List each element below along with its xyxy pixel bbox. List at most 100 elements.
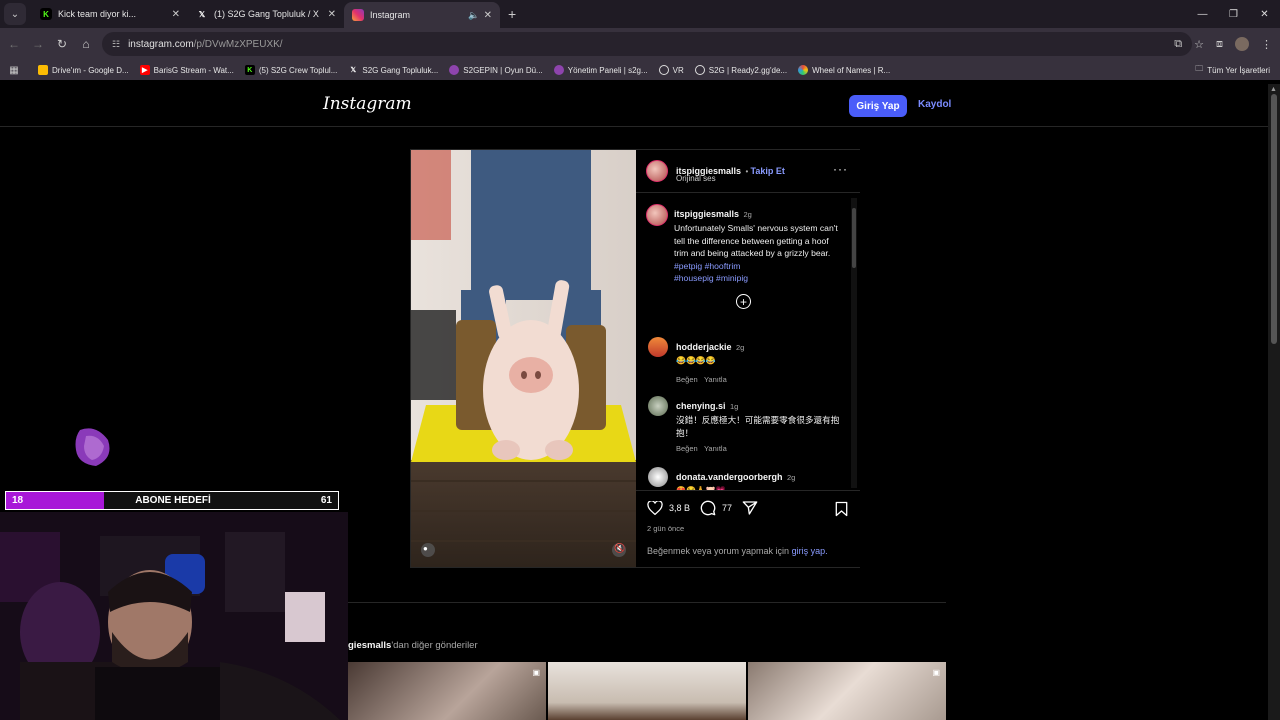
address-bar[interactable]: ☷ instagram.com/p/DVwMzXPEUXK/ (102, 32, 1192, 56)
caption-username[interactable]: itspiggiesmalls (674, 209, 739, 219)
login-link[interactable]: giriş yap. (792, 546, 828, 556)
comment-icon[interactable] (700, 500, 716, 516)
page-scrollbar[interactable]: ▲ (1268, 84, 1280, 720)
tab-x[interactable]: 𝕏 (1) S2G Gang Topluluk / X ✕ (188, 0, 344, 28)
bookmark-item[interactable]: Yönetim Paneli | s2g... (553, 65, 648, 75)
wheel-icon (798, 65, 809, 75)
profile-avatar[interactable] (1235, 37, 1249, 51)
bookmark-item[interactable]: 𝕏 S2G Gang Topluluk... (348, 65, 439, 75)
tab-search-button[interactable]: ⌄ (4, 3, 26, 25)
post-thumbnail[interactable]: ▣ (748, 662, 946, 720)
more-posts-title: giesmalls'dan diğer gönderiler (348, 640, 478, 651)
login-prompt: Beğenmek veya yorum yapmak için giriş ya… (647, 546, 828, 556)
more-posts-user[interactable]: giesmalls (348, 640, 391, 651)
x-icon: 𝕏 (198, 9, 206, 19)
commenter-avatar[interactable] (648, 337, 668, 357)
comments-list[interactable]: itspiggiesmalls 2g Unfortunately Smalls'… (636, 194, 860, 490)
share-icon[interactable] (742, 500, 758, 516)
scroll-up-icon[interactable]: ▲ (1270, 86, 1277, 93)
comment-username[interactable]: donata.vandergoorbergh (676, 472, 783, 482)
extensions-icon[interactable]: ⧈ (1216, 38, 1223, 51)
load-more-icon[interactable]: + (736, 294, 751, 309)
window-close-icon[interactable]: ✕ (1249, 9, 1280, 20)
close-icon[interactable]: ✕ (328, 9, 336, 20)
tab-kick[interactable]: K Kick team diyor ki... ✕ (32, 0, 188, 28)
kick-icon: K (40, 8, 52, 20)
home-icon[interactable]: ⌂ (74, 37, 98, 51)
more-options-icon[interactable]: ··· (833, 162, 848, 176)
like-comment-button[interactable]: Beğen (676, 444, 698, 453)
sub-goal-bar: 18 ABONE HEDEFİ 61 (5, 491, 339, 510)
bookmark-item[interactable]: S2G | Ready2.gg'de... (694, 65, 788, 75)
drive-icon (38, 65, 48, 75)
new-tab-button[interactable]: + (508, 6, 516, 22)
post-thumbnail[interactable]: ▣ (348, 662, 546, 720)
reload-icon[interactable]: ↻ (50, 37, 74, 51)
save-bookmark-icon[interactable] (835, 501, 848, 517)
bookmark-item[interactable]: S2GEPIN | Oyun Dü... (449, 65, 543, 75)
apps-icon[interactable]: ▦ (0, 65, 28, 76)
close-icon[interactable]: ✕ (172, 9, 180, 20)
post-video[interactable]: ● 🔇 (411, 150, 636, 567)
caption-body: Unfortunately Smalls' nervous system can… (674, 223, 838, 258)
tab-title: (1) S2G Gang Topluluk / X (214, 9, 319, 19)
comment-username[interactable]: hodderjackie (676, 342, 732, 352)
bookmark-item[interactable]: Wheel of Names | R... (798, 65, 890, 75)
post-card: ● 🔇 itspiggiesmalls • Takip Et Orijinal … (410, 149, 860, 568)
minimize-icon[interactable]: — (1187, 9, 1218, 20)
forward-icon[interactable]: → (26, 37, 50, 51)
s2g-icon (553, 65, 564, 75)
bookmark-item[interactable]: ▶ BarisG Stream - Wat... (139, 65, 234, 75)
toolbar: ← → ↻ ⌂ ☷ instagram.com/p/DVwMzXPEUXK/ ⧉… (0, 28, 1280, 60)
commenter-avatar[interactable] (648, 467, 668, 487)
bookmark-label: S2G | Ready2.gg'de... (708, 65, 788, 75)
close-icon[interactable]: ✕ (484, 10, 492, 21)
install-app-icon[interactable]: ⧉ (1174, 38, 1182, 51)
bookmark-label: Drive'ım - Google D... (52, 65, 129, 75)
instagram-logo[interactable]: Instagram (323, 94, 412, 114)
menu-icon[interactable]: ⋮ (1261, 38, 1272, 51)
reply-button[interactable]: Yanıtla (704, 444, 727, 453)
bookmark-item[interactable]: K (5) S2G Crew Toplul... (244, 65, 337, 75)
hashtags-line2[interactable]: #housepig #minipig (674, 273, 748, 283)
hashtags-line1[interactable]: #petpig #hooftrim (674, 261, 740, 271)
site-info-icon[interactable]: ☷ (112, 39, 120, 50)
tab-title: Kick team diyor ki... (58, 9, 137, 19)
caption-avatar[interactable] (646, 204, 668, 226)
mute-icon[interactable]: 🔇 (614, 543, 625, 554)
comment-username[interactable]: chenying.si (676, 401, 726, 411)
bookmark-star-icon[interactable]: ☆ (1194, 38, 1204, 51)
like-heart-icon[interactable] (647, 501, 663, 515)
post-sidebar: itspiggiesmalls • Takip Et Orijinal ses … (636, 150, 860, 567)
login-button[interactable]: Giriş Yap (849, 95, 907, 117)
bookmark-item[interactable]: Drive'ım - Google D... (38, 65, 129, 75)
tab-title: Instagram (370, 10, 411, 20)
like-count: 3,8 B (669, 503, 691, 513)
speaker-icon[interactable]: 🔈 (468, 10, 479, 21)
maximize-icon[interactable]: ❐ (1218, 9, 1249, 20)
author-avatar[interactable] (646, 160, 668, 182)
bookmark-label: VR (672, 65, 684, 75)
comments-scroll-thumb[interactable] (852, 208, 856, 268)
page-scroll-thumb[interactable] (1271, 94, 1277, 344)
bookmark-label: Wheel of Names | R... (812, 65, 891, 75)
audio-label[interactable]: Orijinal ses (676, 174, 716, 183)
post-thumbnail[interactable] (548, 662, 746, 720)
bookmark-item[interactable]: VR (658, 65, 684, 75)
comment-time: 1g (729, 402, 739, 411)
bookmarks-bar: ▦ Drive'ım - Google D... ▶ BarisG Stream … (0, 60, 1280, 80)
reply-button[interactable]: Yanıtla (704, 375, 727, 384)
tab-instagram[interactable]: Instagram 🔈 ✕ (344, 2, 500, 28)
commenter-avatar[interactable] (648, 396, 668, 416)
s2g-icon (449, 65, 460, 75)
signup-link[interactable]: Kaydol (918, 99, 951, 110)
follow-button[interactable]: Takip Et (751, 166, 785, 176)
back-icon[interactable]: ← (2, 37, 26, 51)
all-bookmarks-label: Tüm Yer İşaretleri (1207, 65, 1270, 75)
user-tag-icon[interactable]: ● (423, 544, 428, 553)
caption-time: 2g (743, 210, 752, 219)
like-comment-button[interactable]: Beğen (676, 375, 698, 384)
caption: itspiggiesmalls 2g Unfortunately Smalls'… (674, 204, 842, 285)
comments-scrollbar[interactable] (851, 198, 857, 488)
all-bookmarks[interactable]: 🗀 Tüm Yer İşaretleri (1195, 60, 1270, 80)
